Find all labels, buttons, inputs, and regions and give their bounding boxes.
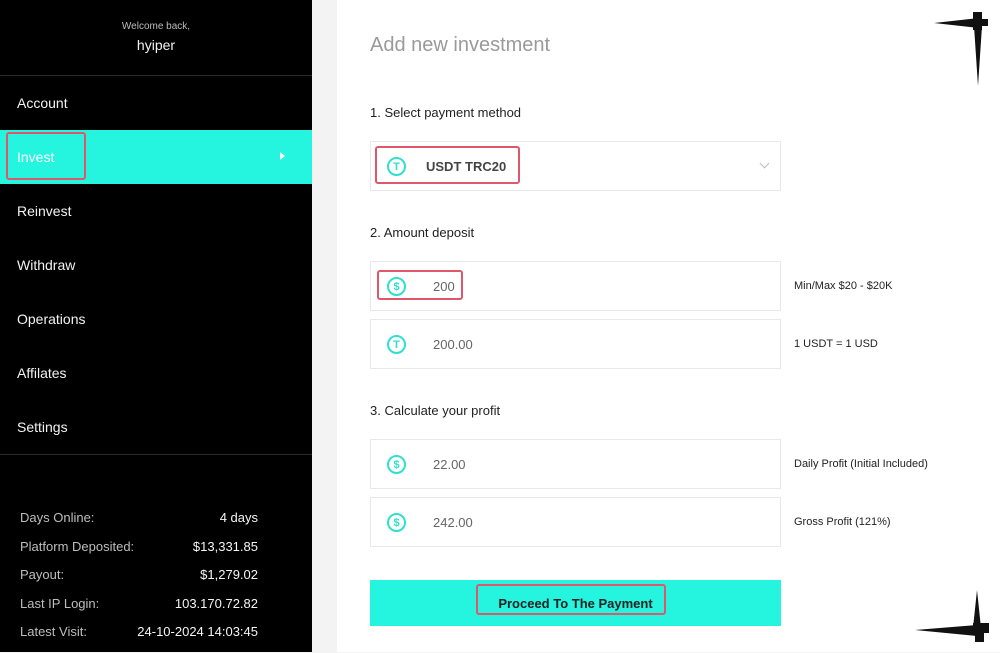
- dollar-icon: $: [387, 513, 406, 532]
- sidebar: Welcome back, hyiper Account Invest Rein…: [0, 0, 312, 652]
- stats-panel: Days Online: 4 days Platform Deposited: $1…: [0, 510, 312, 653]
- welcome-text: Welcome back,: [121, 21, 191, 32]
- sidebar-item-invest[interactable]: Invest: [0, 130, 312, 184]
- amount-input[interactable]: $ 200: [370, 261, 781, 311]
- gross-profit-value: 242.00: [433, 514, 473, 530]
- converted-value: 200.00: [433, 336, 473, 352]
- sidebar-item-label: Invest: [17, 149, 55, 165]
- sidebar-item-account[interactable]: Account: [0, 76, 312, 130]
- welcome-block: Welcome back, hyiper: [0, 0, 312, 76]
- chevron-right-icon: [280, 152, 285, 160]
- gross-profit-field: $ 242.00: [370, 497, 781, 547]
- sidebar-item-label: Reinvest: [17, 203, 72, 219]
- sidebar-item-withdraw[interactable]: Withdraw: [0, 238, 312, 292]
- daily-profit-note: Daily Profit (Initial Included): [794, 458, 928, 470]
- sidebar-item-label: Affilates: [17, 365, 67, 381]
- proceed-payment-button[interactable]: Proceed To The Payment: [370, 580, 781, 626]
- sidebar-item-label: Operations: [17, 311, 86, 327]
- brush-cross-decoration-bottom: [915, 590, 989, 642]
- payment-method-select[interactable]: T USDT TRC20: [370, 141, 781, 191]
- amount-note: Min/Max $20 - $20K: [794, 280, 893, 292]
- sidebar-item-reinvest[interactable]: Reinvest: [0, 184, 312, 238]
- chevron-down-icon: [759, 158, 770, 169]
- daily-profit-value: 22.00: [433, 456, 466, 472]
- converted-amount-field: T 200.00: [370, 319, 781, 369]
- stat-last-ip-login: Last IP Login: 103.170.72.82: [20, 595, 258, 611]
- gross-profit-note: Gross Profit (121%): [794, 516, 891, 528]
- sidebar-item-affilates[interactable]: Affilates: [0, 346, 312, 400]
- amount-value: 200: [433, 278, 455, 294]
- proceed-payment-label: Proceed To The Payment: [498, 595, 653, 611]
- rate-note: 1 USDT = 1 USD: [794, 338, 878, 350]
- step3-label: 3. Calculate your profit: [370, 403, 501, 418]
- gutter: [312, 0, 337, 652]
- stat-days-online: Days Online: 4 days: [20, 510, 258, 525]
- brush-cross-decoration-top: [934, 12, 988, 86]
- daily-profit-field: $ 22.00: [370, 439, 781, 489]
- usdt-icon: T: [387, 157, 406, 176]
- username: hyiper: [136, 37, 176, 53]
- stat-platform-deposited: Platform Deposited: $13,331.85: [20, 538, 258, 554]
- payment-method-value: USDT TRC20: [426, 158, 507, 174]
- main-panel: Add new investment 1. Select payment met…: [337, 0, 1000, 652]
- step1-label: 1. Select payment method: [370, 105, 522, 120]
- page-title: Add new investment: [370, 34, 551, 56]
- dollar-icon: $: [387, 277, 406, 296]
- sidebar-item-operations[interactable]: Operations: [0, 292, 312, 346]
- stat-payout: Payout: $1,279.02: [20, 567, 258, 582]
- sidebar-item-label: Account: [17, 95, 68, 111]
- usdt-icon: T: [387, 335, 406, 354]
- sidebar-item-label: Withdraw: [17, 257, 76, 273]
- dollar-icon: $: [387, 455, 406, 474]
- sidebar-nav: Account Invest Reinvest Withdraw Operati…: [0, 76, 312, 455]
- step2-label: 2. Amount deposit: [370, 225, 475, 240]
- stat-latest-visit: Latest Visit: 24-10-2024 14:03:45: [20, 624, 258, 639]
- sidebar-item-label: Settings: [17, 419, 68, 435]
- sidebar-item-settings[interactable]: Settings: [0, 400, 312, 454]
